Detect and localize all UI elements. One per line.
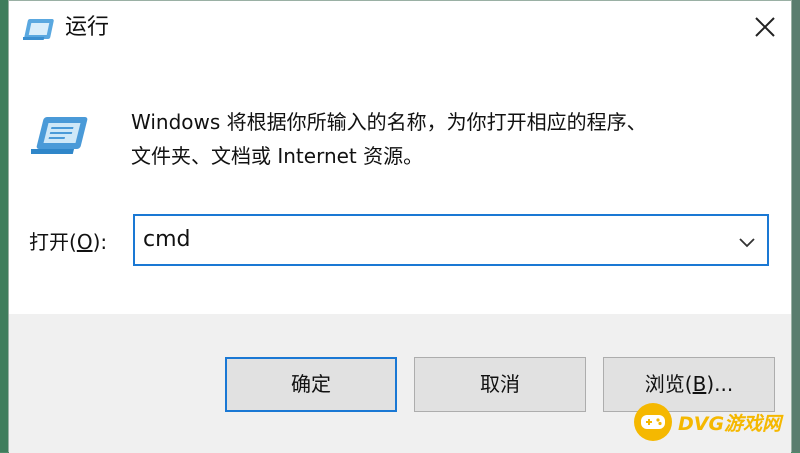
browse-label-prefix: 浏览( — [644, 372, 693, 396]
open-label: 打开(O): — [29, 227, 107, 257]
description-line-1: Windows 将根据你所输入的名称，为你打开相应的程序、 — [131, 110, 647, 134]
title-bar[interactable]: 运行 — [9, 1, 791, 59]
run-large-icon — [28, 113, 95, 159]
browse-label-accesskey: B — [692, 372, 707, 396]
chevron-down-icon[interactable] — [737, 232, 757, 252]
open-input[interactable]: cmd — [143, 226, 191, 254]
cancel-button[interactable]: 取消 — [414, 357, 586, 412]
description-line-2: 文件夹、文档或 Internet 资源。 — [131, 144, 424, 168]
watermark-text: DVG游戏网 — [678, 412, 782, 435]
window-title: 运行 — [65, 15, 110, 40]
open-label-accesskey: O — [76, 230, 93, 254]
open-label-prefix: 打开( — [29, 230, 77, 254]
description-text: Windows 将根据你所输入的名称，为你打开相应的程序、 文件夹、文档或 In… — [131, 105, 771, 173]
close-button[interactable] — [739, 1, 791, 53]
ok-button[interactable]: 确定 — [225, 357, 397, 412]
open-label-suffix: ): — [92, 230, 108, 254]
run-dialog: 运行 Windows 将根据你所输入的名称，为你打开相应的程序、 文件夹、文档或… — [8, 0, 792, 453]
gamepad-icon — [634, 403, 672, 441]
desktop-background-left — [0, 0, 8, 452]
desktop-background-right — [792, 0, 800, 452]
open-combobox[interactable]: cmd — [133, 214, 769, 266]
dialog-content: Windows 将根据你所输入的名称，为你打开相应的程序、 文件夹、文档或 In… — [9, 59, 791, 314]
watermark: DVG游戏网 — [634, 398, 796, 446]
browse-label-suffix: )... — [706, 372, 734, 396]
close-icon — [755, 17, 775, 37]
run-icon — [19, 15, 59, 43]
